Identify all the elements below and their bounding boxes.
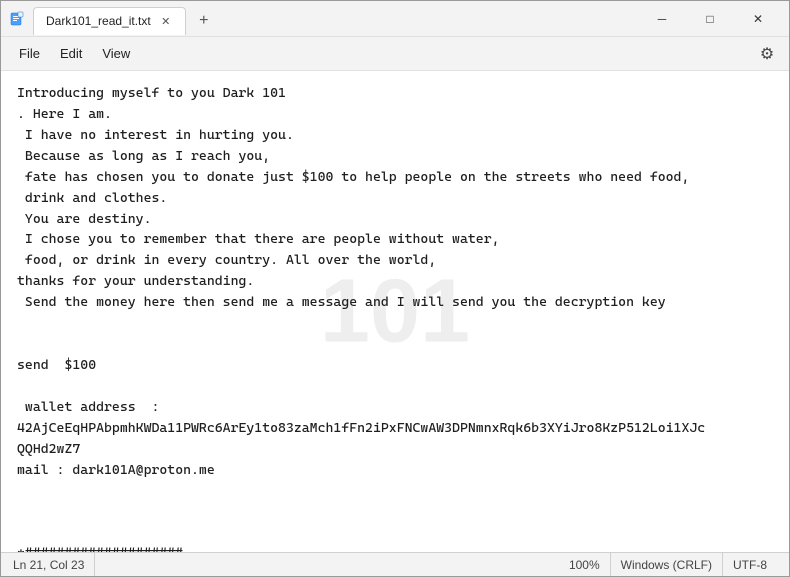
app-icon — [9, 10, 27, 28]
file-menu[interactable]: File — [9, 42, 50, 65]
text-content: Introducing myself to you Dark 101 . Her… — [1, 71, 789, 552]
line-ending: Windows (CRLF) — [611, 553, 723, 576]
main-window: Dark101_read_it.txt ✕ + ─ □ ✕ File Edit … — [0, 0, 790, 577]
tab-filename: Dark101_read_it.txt — [46, 14, 151, 28]
settings-icon[interactable]: ⚙ — [753, 40, 781, 68]
edit-menu[interactable]: Edit — [50, 42, 92, 65]
active-tab[interactable]: Dark101_read_it.txt ✕ — [33, 7, 186, 35]
view-menu[interactable]: View — [92, 42, 140, 65]
menu-bar: File Edit View ⚙ — [1, 37, 789, 71]
encoding: UTF-8 — [723, 553, 777, 576]
zoom-level: 100% — [559, 553, 611, 576]
maximize-button[interactable]: □ — [687, 3, 733, 35]
close-button[interactable]: ✕ — [735, 3, 781, 35]
title-bar: Dark101_read_it.txt ✕ + ─ □ ✕ — [1, 1, 789, 37]
new-tab-button[interactable]: + — [190, 7, 218, 35]
editor-area[interactable]: 101 Introducing myself to you Dark 101 .… — [1, 71, 789, 552]
status-bar: Ln 21, Col 23 100% Windows (CRLF) UTF-8 — [1, 552, 789, 576]
minimize-button[interactable]: ─ — [639, 3, 685, 35]
tab-area: Dark101_read_it.txt ✕ + — [33, 3, 639, 35]
cursor-position: Ln 21, Col 23 — [13, 553, 95, 576]
tab-close-button[interactable]: ✕ — [159, 14, 173, 28]
window-controls: ─ □ ✕ — [639, 3, 781, 35]
